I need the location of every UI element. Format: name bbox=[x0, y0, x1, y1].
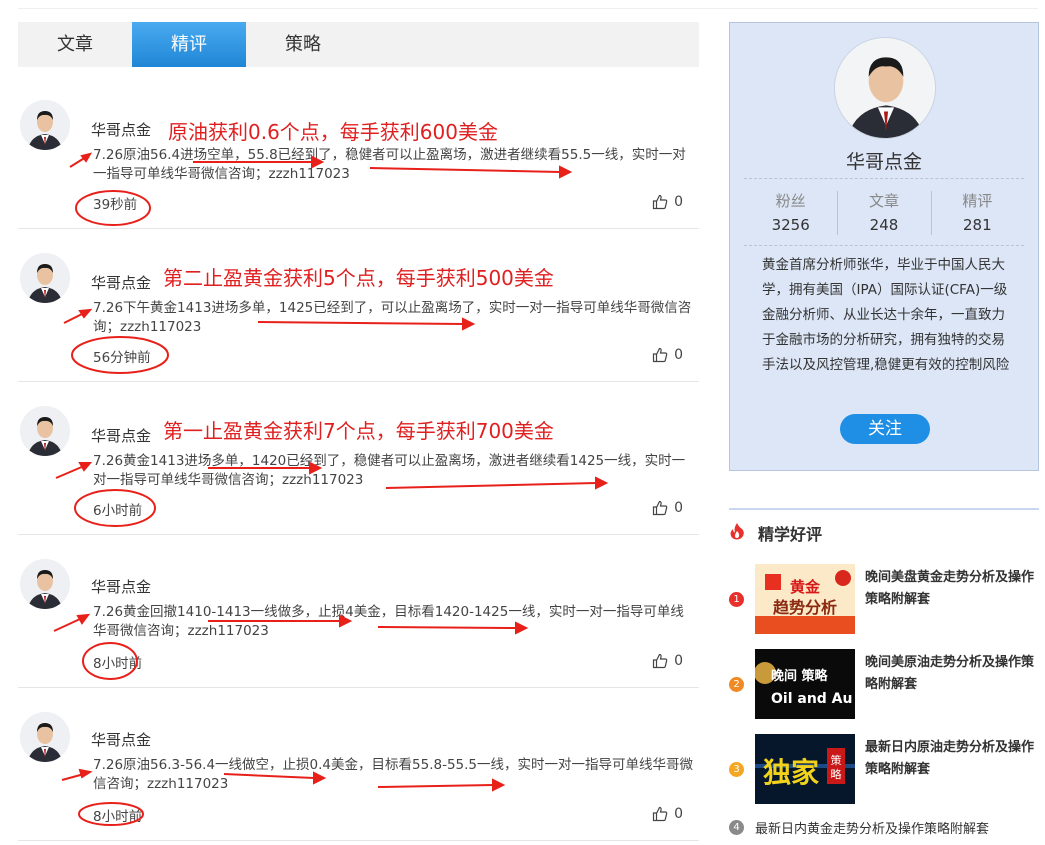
thumbs-up-icon bbox=[652, 500, 668, 516]
author-name[interactable]: 华哥点金 bbox=[91, 576, 151, 597]
stat-fans: 粉丝 3256 bbox=[744, 189, 837, 237]
svg-text:独家: 独家 bbox=[763, 756, 819, 789]
svg-text:趋势分析: 趋势分析 bbox=[773, 598, 837, 617]
author-name[interactable]: 华哥点金 bbox=[91, 119, 151, 140]
thumbs-up-icon bbox=[652, 806, 668, 822]
svg-text:晚间 策略: 晚间 策略 bbox=[771, 668, 829, 684]
stat-label: 粉丝 bbox=[775, 192, 806, 210]
profile-divider bbox=[744, 178, 1024, 179]
post-item: 华哥点金 7.26原油56.3-56.4一线做空，止损0.4美金，目标看55.8… bbox=[18, 688, 699, 841]
like-button[interactable]: 0 bbox=[652, 347, 683, 363]
section-divider bbox=[729, 508, 1039, 510]
like-button[interactable]: 0 bbox=[652, 194, 683, 210]
thumbs-up-icon bbox=[652, 347, 668, 363]
author-name[interactable]: 华哥点金 bbox=[91, 272, 151, 293]
thumbs-up-icon bbox=[652, 653, 668, 669]
svg-text:Oil and Au: Oil and Au bbox=[771, 691, 852, 707]
author-avatar[interactable] bbox=[20, 100, 70, 150]
post-time: 8小时前 bbox=[93, 809, 143, 825]
author-avatar[interactable] bbox=[20, 406, 70, 456]
rank-badge: 1 bbox=[729, 592, 744, 607]
post-text: 7.26原油56.4进场空单，55.8已经到了，稳健者可以止盈离场，激进者继续看… bbox=[93, 147, 686, 182]
post-text: 7.26下午黄金1413进场多单，1425已经到了，可以止盈离场了，实时一对一指… bbox=[93, 300, 692, 335]
profile-avatar[interactable] bbox=[834, 37, 936, 139]
thumbs-up-icon bbox=[652, 194, 668, 210]
author-avatar[interactable] bbox=[20, 253, 70, 303]
post-feed: 华哥点金 原油获利0.6个点，每手获利600美金 7.26原油56.4进场空单，… bbox=[18, 76, 699, 841]
recommended-title-link[interactable]: 最新日内黄金走势分析及操作策略附解套 bbox=[755, 818, 989, 837]
post-time: 56分钟前 bbox=[93, 350, 151, 366]
recommended-item[interactable]: 4 最新日内黄金走势分析及操作策略附解套 bbox=[729, 818, 1039, 838]
post-time: 8小时前 bbox=[93, 656, 143, 672]
like-count: 0 bbox=[674, 806, 683, 822]
author-name[interactable]: 华哥点金 bbox=[91, 425, 151, 446]
post-headline[interactable]: 第一止盈黄金获利7个点，每手获利700美金 bbox=[163, 415, 554, 444]
profile-stats: 粉丝 3256 文章 248 精评 281 bbox=[744, 189, 1024, 237]
article-thumbnail[interactable]: 独家策略 bbox=[755, 734, 855, 804]
recommended-title: 精学好评 bbox=[758, 525, 823, 544]
post-time: 39秒前 bbox=[93, 197, 138, 213]
svg-text:略: 略 bbox=[831, 767, 842, 781]
rank-badge: 2 bbox=[729, 677, 744, 692]
like-count: 0 bbox=[674, 500, 683, 516]
stat-label: 文章 bbox=[868, 192, 899, 210]
tab-articles[interactable]: 文章 bbox=[18, 22, 132, 67]
top-divider bbox=[18, 8, 1038, 9]
like-button[interactable]: 0 bbox=[652, 500, 683, 516]
rank-badge: 3 bbox=[729, 762, 744, 777]
article-thumbnail[interactable]: 黄金 趋势分析 bbox=[755, 564, 855, 634]
stat-articles[interactable]: 文章 248 bbox=[837, 189, 930, 237]
stat-reviews[interactable]: 精评 281 bbox=[930, 189, 1024, 237]
recommended-title-link[interactable]: 晚间美盘黄金走势分析及操作策略附解套 bbox=[865, 567, 1039, 611]
fire-icon bbox=[729, 522, 745, 544]
recommended-title-link[interactable]: 晚间美原油走势分析及操作策略附解套 bbox=[865, 652, 1039, 696]
like-count: 0 bbox=[674, 347, 683, 363]
like-count: 0 bbox=[674, 653, 683, 669]
like-count: 0 bbox=[674, 194, 683, 210]
profile-bio: 黄金首席分析师张华，毕业于中国人民大学，拥有美国（IPA）国际认证(CFA)一级… bbox=[762, 257, 1010, 373]
author-name[interactable]: 华哥点金 bbox=[91, 729, 151, 750]
follow-button[interactable]: 关注 bbox=[840, 414, 930, 444]
recommended-item[interactable]: 3 独家策略 最新日内原油走势分析及操作策略附解套 bbox=[729, 734, 1039, 808]
profile-divider bbox=[744, 245, 1024, 246]
post-headline[interactable]: 第二止盈黄金获利5个点，每手获利500美金 bbox=[163, 262, 554, 291]
profile-name[interactable]: 华哥点金 bbox=[730, 147, 1038, 174]
author-avatar[interactable] bbox=[20, 559, 70, 609]
recommended-title-link[interactable]: 最新日内原油走势分析及操作策略附解套 bbox=[865, 737, 1039, 781]
stat-label: 精评 bbox=[962, 192, 993, 210]
like-button[interactable]: 0 bbox=[652, 806, 683, 822]
post-text: 7.26黄金回撤1410-1413一线做多，止损4美金，目标看1420-1425… bbox=[93, 604, 684, 639]
post-text: 7.26原油56.3-56.4一线做空，止损0.4美金，目标看55.8-55.5… bbox=[93, 757, 694, 792]
post-item: 华哥点金 7.26黄金回撤1410-1413一线做多，止损4美金，目标看1420… bbox=[18, 535, 699, 688]
tab-bar: 文章 精评 策略 bbox=[18, 22, 699, 67]
post-item: 华哥点金 原油获利0.6个点，每手获利600美金 7.26原油56.4进场空单，… bbox=[18, 76, 699, 229]
post-text: 7.26黄金1413进场多单，1420已经到了，稳健者可以止盈离场，激进者继续看… bbox=[93, 453, 686, 488]
post-headline[interactable]: 原油获利0.6个点，每手获利600美金 bbox=[168, 116, 498, 145]
tab-reviews[interactable]: 精评 bbox=[132, 22, 246, 67]
rank-badge: 4 bbox=[729, 820, 744, 835]
stat-value: 248 bbox=[869, 216, 899, 234]
author-profile-card: 华哥点金 粉丝 3256 文章 248 精评 281 黄金首席分析师张华，毕业于… bbox=[729, 22, 1039, 471]
post-item: 华哥点金 第二止盈黄金获利5个点，每手获利500美金 7.26下午黄金1413进… bbox=[18, 229, 699, 382]
recommended-item[interactable]: 2 晚间 策略 Oil and Au 晚间美原油走势分析及操作策略附解套 bbox=[729, 649, 1039, 723]
post-item: 华哥点金 第一止盈黄金获利7个点，每手获利700美金 7.26黄金1413进场多… bbox=[18, 382, 699, 535]
stat-value: 281 bbox=[963, 216, 992, 234]
article-thumbnail[interactable]: 晚间 策略 Oil and Au bbox=[755, 649, 855, 719]
tab-strategy[interactable]: 策略 bbox=[246, 22, 360, 67]
stat-value: 3256 bbox=[771, 216, 810, 234]
like-button[interactable]: 0 bbox=[652, 653, 683, 669]
post-time: 6小时前 bbox=[93, 503, 143, 519]
author-avatar[interactable] bbox=[20, 712, 70, 762]
svg-text:策: 策 bbox=[831, 753, 842, 767]
svg-text:黄金: 黄金 bbox=[790, 578, 821, 596]
recommended-item[interactable]: 1 黄金趋势分析 晚间美盘黄金走势分析及操作策略附解套 bbox=[729, 564, 1039, 638]
